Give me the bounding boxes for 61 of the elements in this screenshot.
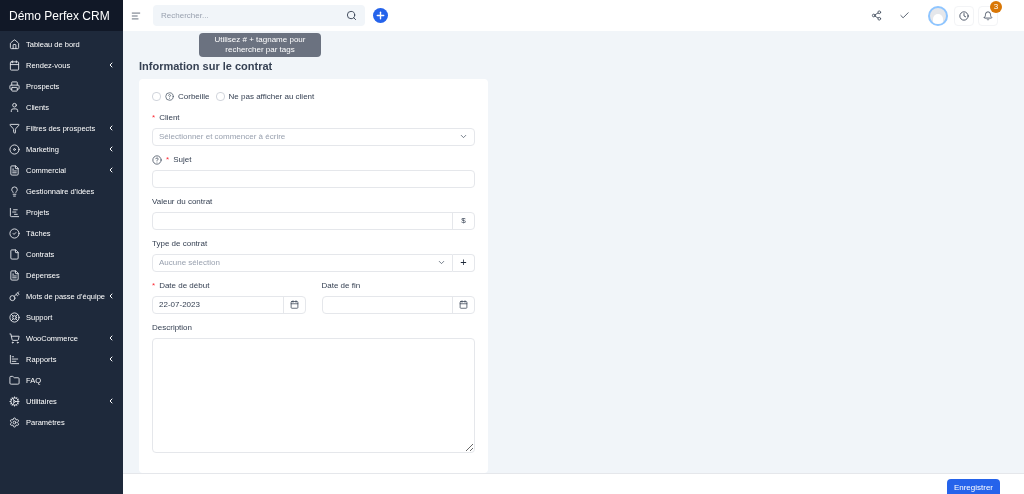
chevron-down-icon (459, 132, 468, 141)
add-button[interactable] (373, 8, 388, 23)
settings-icon (9, 417, 20, 428)
description-field[interactable] (152, 337, 475, 453)
check-icon[interactable] (899, 10, 910, 21)
checkbox[interactable] (152, 92, 161, 101)
folder-icon (9, 375, 20, 386)
check-circle-icon (9, 228, 20, 239)
share-icon[interactable] (871, 10, 882, 21)
search-icon[interactable] (346, 10, 357, 21)
calendar-icon[interactable] (289, 300, 299, 309)
checkbox-label: Ne pas afficher au client (228, 90, 315, 103)
bell-icon (983, 10, 993, 21)
field-label: Valeur du contrat (152, 195, 213, 208)
lightbulb-icon (9, 186, 20, 197)
calendar-icon[interactable] (459, 300, 468, 309)
notification-badge: 3 (990, 0, 1002, 13)
required-mark: * (166, 153, 170, 166)
currency-addon: $ (452, 212, 474, 229)
chart-icon (9, 207, 20, 218)
home-icon (9, 39, 20, 50)
search-input[interactable]: Rechercher... (161, 9, 346, 22)
field-label: Sujet (173, 153, 192, 166)
field-label: Description (152, 321, 192, 334)
filter-icon (9, 123, 20, 134)
file-icon (9, 249, 20, 260)
document-icon (9, 270, 20, 281)
user-icon (9, 102, 20, 113)
menu-icon[interactable] (131, 10, 141, 21)
clock-icon (959, 10, 969, 21)
tooltip: Utilisez # + tagname pour rechercher par tags (199, 33, 321, 57)
checkbox[interactable] (215, 92, 225, 101)
printer-icon (9, 81, 20, 92)
checkbox-label: Corbeille (178, 90, 210, 103)
gears-icon (9, 396, 20, 407)
required-mark: * (152, 279, 156, 292)
value-field[interactable]: $ (152, 211, 475, 230)
calendar-icon (9, 60, 20, 71)
chevron-down-icon (437, 258, 446, 267)
brand-title: Démo Perfex CRM (9, 7, 110, 25)
required-mark: * (152, 111, 156, 124)
search-field[interactable]: Rechercher... (153, 5, 365, 26)
bar-chart-icon (9, 354, 20, 365)
subject-field[interactable] (152, 169, 475, 188)
key-icon (9, 291, 20, 302)
date-field[interactable]: 22-07-2023 (152, 295, 306, 314)
lifebuoy-icon (9, 312, 20, 323)
save-button[interactable]: Enregistrer (946, 479, 1000, 494)
cart-icon (9, 333, 20, 344)
field-label: Date de début (159, 279, 210, 292)
field-label: Client (159, 111, 180, 124)
help-icon (152, 154, 162, 165)
clock-button[interactable] (954, 5, 974, 26)
field-label: Date de fin (321, 279, 361, 292)
target-icon (9, 144, 20, 155)
field-label: Type de contrat (152, 237, 208, 250)
date-field[interactable] (321, 295, 475, 314)
page-title: Information sur le contrat (139, 59, 274, 74)
document-icon (9, 165, 20, 176)
add-type-button[interactable]: + (453, 253, 475, 272)
avatar[interactable] (928, 5, 948, 26)
